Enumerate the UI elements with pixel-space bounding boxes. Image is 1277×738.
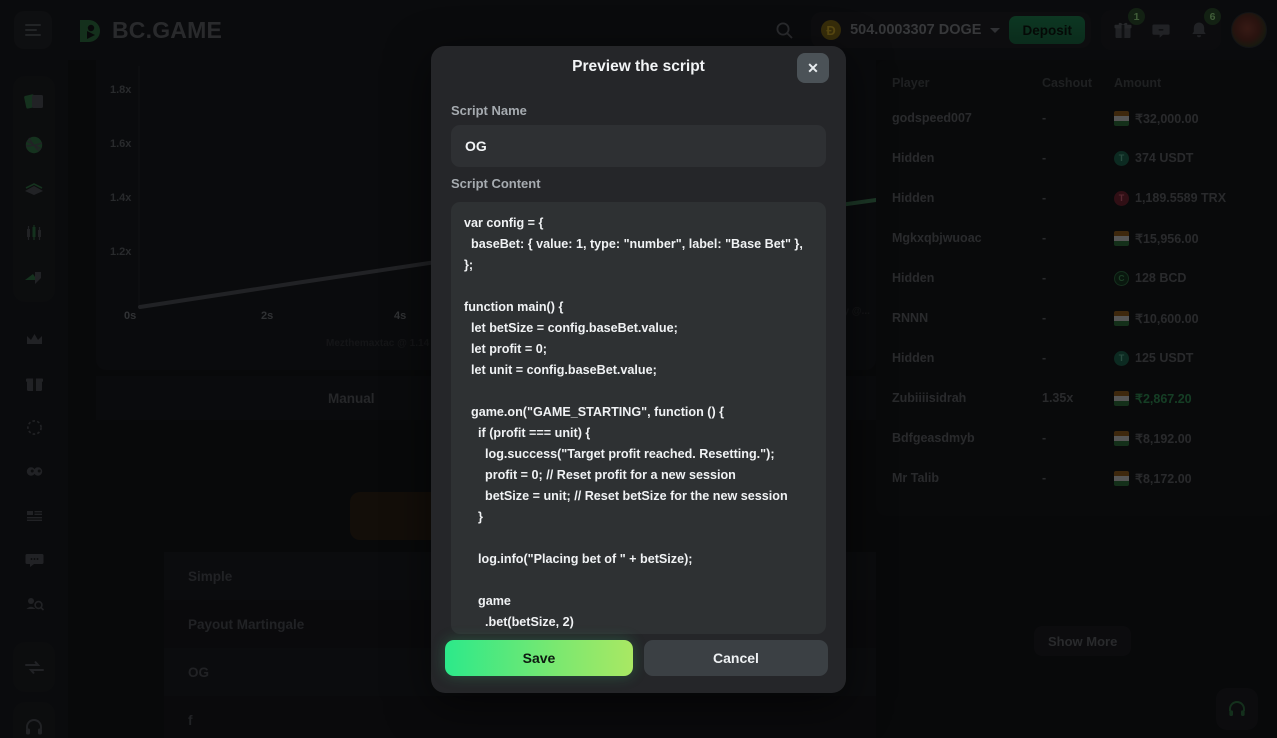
close-icon[interactable]: ✕ xyxy=(797,53,829,83)
script-name-input[interactable]: OG xyxy=(451,125,826,167)
script-content-text: var config = { baseBet: { value: 1, type… xyxy=(464,216,803,629)
script-content-label: Script Content xyxy=(451,176,541,191)
modal-actions: Save Cancel xyxy=(445,640,828,676)
cancel-button[interactable]: Cancel xyxy=(644,640,828,676)
page-title: Preview the script xyxy=(572,58,705,75)
script-name-label: Script Name xyxy=(451,103,527,118)
preview-script-modal: Preview the script ✕ Script Name OG Scri… xyxy=(431,46,846,693)
app-root: BC.GAME Ð 504.0003307 DOGE Deposit xyxy=(0,0,1277,738)
script-content-textarea[interactable]: var config = { baseBet: { value: 1, type… xyxy=(451,202,826,634)
save-button[interactable]: Save xyxy=(445,640,633,676)
